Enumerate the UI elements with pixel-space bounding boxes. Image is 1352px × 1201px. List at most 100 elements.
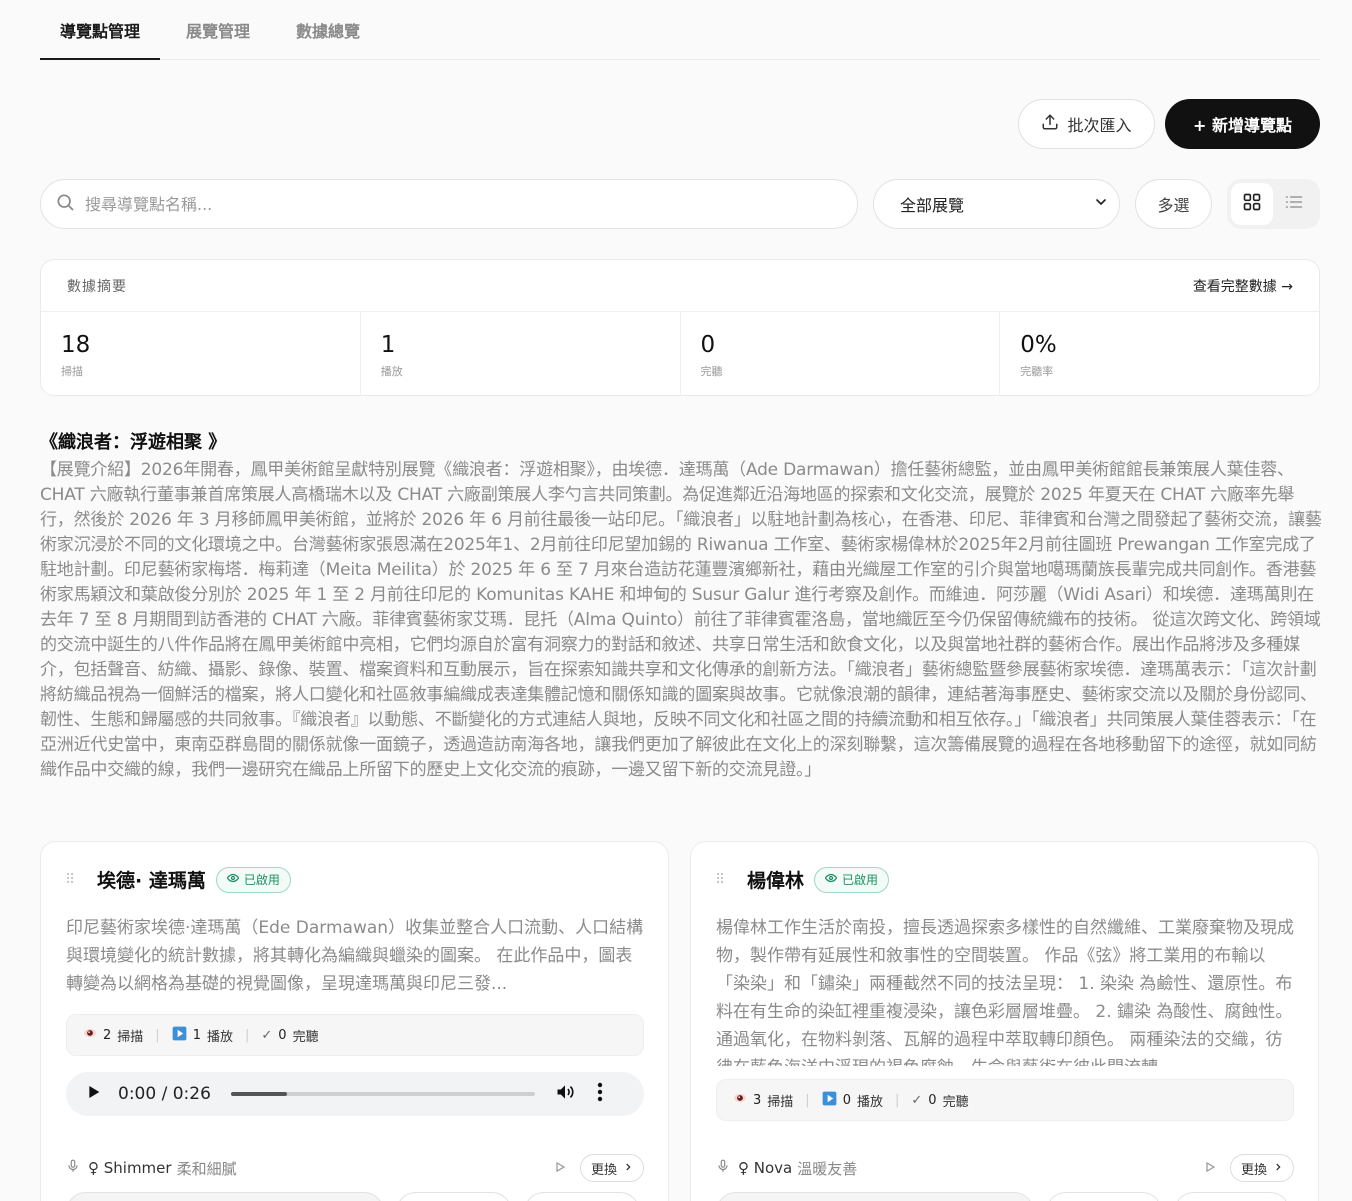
divider: | (244, 1027, 250, 1043)
exhibition-select[interactable]: 全部展覽 (873, 179, 1120, 229)
search-icon (55, 192, 75, 216)
option-chip[interactable] (524, 1192, 640, 1201)
voice-actions: 更換 (1204, 1154, 1294, 1182)
stat-completion-rate: 0% 完聽率 (1000, 312, 1319, 396)
status-badge: 已啟用 (814, 866, 890, 893)
chevron-down-icon (1093, 194, 1109, 214)
stat-value: 18 (61, 332, 91, 358)
card-header: ⠿ 楊偉林 已啟用 (715, 866, 890, 893)
audio-seek-bar[interactable] (230, 1092, 535, 1096)
stat-value: 0% (1020, 332, 1057, 358)
metric-value: 1 (192, 1027, 201, 1043)
card-title: 楊偉林 (747, 870, 805, 892)
stats-row: 18 掃描 1 播放 0 完聽 0% 完聽率 (41, 312, 1319, 396)
data-summary-title: 數據摘要 (67, 278, 127, 295)
change-voice-button[interactable]: 更換 (1229, 1154, 1294, 1182)
add-guide-point-button[interactable]: + 新增導覽點 (1165, 99, 1320, 149)
option-chip[interactable] (1046, 1192, 1162, 1201)
metric-label: 掃描 (767, 1094, 794, 1110)
metric-scans: 2 掃描 (83, 1026, 143, 1045)
play-button-icon (822, 1091, 837, 1110)
stat-label: 完聽率 (1020, 365, 1054, 378)
view-toggle (1227, 179, 1320, 229)
more-options-icon[interactable] (597, 1082, 603, 1107)
guide-point-card[interactable]: ⠿ 楊偉林 已啟用 楊偉林工作生活於南投，擅長透過探索多樣性的自然纖維、工業廢棄… (690, 841, 1319, 1201)
metric-label: 播放 (856, 1094, 883, 1110)
microphone-icon (716, 1159, 730, 1177)
status-label: 已啟用 (842, 873, 879, 887)
metric-label: 完聽 (942, 1094, 969, 1110)
audio-player[interactable]: 0:00 / 0:26 (66, 1072, 644, 1116)
status-badge: 已啟用 (215, 866, 291, 893)
change-voice-button[interactable]: 更換 (579, 1154, 644, 1182)
metric-label: 完聽 (292, 1029, 319, 1045)
card-header: ⠿ 埃德· 達瑪萬 已啟用 (65, 866, 291, 893)
divider: | (894, 1092, 900, 1108)
option-chip[interactable] (1174, 1192, 1290, 1201)
voice-name: ♀ Nova (738, 1159, 793, 1177)
stat-scans: 18 掃描 (41, 312, 361, 396)
metric-value: 0 (842, 1092, 851, 1108)
metric-completes: ✓ 0 完聽 (911, 1091, 968, 1110)
exhibition-title: 《織浪者：浮遊相聚 》 (40, 432, 227, 453)
voice-actions: 更換 (554, 1154, 644, 1182)
option-chip[interactable] (66, 1192, 384, 1201)
tab-guide-points[interactable]: 導覽點管理 (40, 0, 161, 60)
grid-icon (1242, 192, 1262, 216)
voice-description: 溫暖友善 (797, 1159, 858, 1178)
microphone-icon (66, 1159, 80, 1177)
metric-scans: 3 掃描 (733, 1091, 793, 1110)
exhibition-select-value: 全部展覽 (900, 196, 965, 215)
option-chip[interactable] (716, 1192, 1034, 1201)
batch-import-button[interactable]: 批次匯入 (1018, 99, 1155, 149)
top-tabs: 導覽點管理 展覽管理 數據總覽 (40, 0, 1320, 60)
tab-data-overview[interactable]: 數據總覽 (276, 0, 380, 60)
metric-label: 播放 (206, 1029, 233, 1045)
metric-value: 0 (928, 1092, 937, 1108)
batch-import-label: 批次匯入 (1067, 116, 1132, 135)
preview-play-icon[interactable] (1204, 1159, 1216, 1177)
metric-plays: 0 播放 (822, 1091, 883, 1110)
option-chip[interactable] (396, 1192, 512, 1201)
checkmark-icon: ✓ (911, 1092, 923, 1108)
guide-point-card[interactable]: ⠿ 埃德· 達瑪萬 已啟用 印尼藝術家埃德·達瑪萬（Ede Darmawan）收… (40, 841, 669, 1201)
multi-select-button[interactable]: 多選 (1135, 179, 1212, 229)
stat-value: 1 (380, 332, 396, 358)
checkmark-icon: ✓ (261, 1027, 273, 1043)
metric-value: 3 (753, 1092, 762, 1108)
metric-completes: ✓ 0 完聽 (261, 1026, 318, 1045)
voice-name: ♀ Shimmer (88, 1159, 172, 1177)
chevron-right-icon (1273, 1161, 1283, 1176)
grid-view-button[interactable] (1231, 183, 1273, 225)
tab-exhibitions[interactable]: 展覽管理 (166, 0, 270, 60)
eye-icon (824, 872, 838, 887)
list-view-button[interactable] (1273, 183, 1315, 225)
card-metrics: 3 掃描 | 0 播放 | ✓ 0 完聽 (716, 1079, 1294, 1121)
change-voice-label: 更換 (590, 1162, 617, 1178)
voice-row: ♀ Nova 溫暖友善 更換 (716, 1153, 1294, 1183)
play-button-icon (172, 1026, 187, 1045)
view-full-data-link[interactable]: 查看完整數據 → (1193, 276, 1293, 296)
list-icon (1284, 192, 1304, 216)
drag-handle-icon[interactable]: ⠿ (715, 872, 747, 888)
eye-icon (226, 872, 240, 887)
card-description: 印尼藝術家埃德·達瑪萬（Ede Darmawan）收集並整合人口流動、人口結構與… (66, 918, 644, 994)
volume-icon[interactable] (555, 1082, 575, 1107)
card-description: 楊偉林工作生活於南投，擅長透過探索多樣性的自然纖維、工業廢棄物及現成物，製作帶有… (716, 918, 1294, 1066)
preview-play-icon[interactable] (554, 1159, 566, 1177)
search-input[interactable] (85, 194, 785, 214)
audio-time: 0:00 / 0:26 (118, 1084, 211, 1104)
stat-completes: 0 完聽 (681, 312, 1001, 396)
play-icon[interactable] (86, 1084, 102, 1105)
card-metrics: 2 掃描 | 1 播放 | ✓ 0 完聽 (66, 1014, 644, 1056)
stat-label: 播放 (380, 365, 403, 378)
voice-description: 柔和細膩 (176, 1159, 237, 1178)
chevron-right-icon (623, 1161, 633, 1176)
voice-options-row (716, 1192, 1290, 1201)
exhibition-description: 【展覽介紹】2026年開春，鳳甲美術館呈獻特別展覽《織浪者：浮遊相聚》，由埃德．… (40, 460, 1322, 780)
audio-progress (230, 1092, 287, 1096)
divider: | (155, 1027, 160, 1043)
upload-icon (1041, 113, 1059, 135)
drag-handle-icon[interactable]: ⠿ (65, 872, 97, 888)
voice-options-row (66, 1192, 640, 1201)
